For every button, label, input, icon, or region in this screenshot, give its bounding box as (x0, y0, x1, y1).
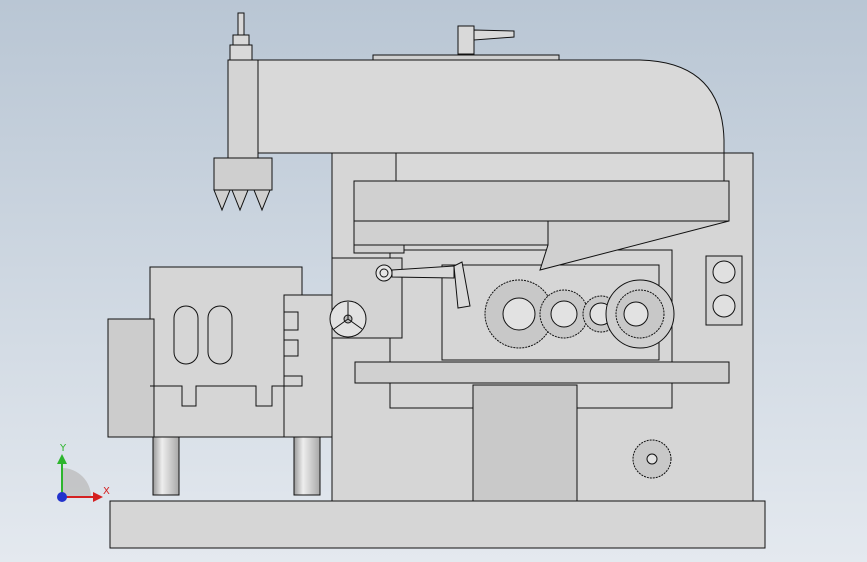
leg-right (293, 436, 321, 496)
gear-mid-hub (550, 300, 578, 328)
ram-strip (353, 244, 405, 254)
ram-cap-plate (372, 54, 560, 61)
tool-head-slide (227, 59, 259, 167)
triad-z-origin (57, 492, 67, 502)
gearbox-body (149, 266, 303, 438)
ram-slide-top-strip (395, 152, 725, 182)
gear-large-hub (502, 297, 536, 331)
base-plate (109, 500, 766, 549)
control-dial-top (712, 260, 736, 284)
cad-viewport[interactable]: Y X (0, 0, 867, 562)
ram-slide (353, 180, 730, 222)
support-post (472, 384, 578, 502)
tool-head-clamp (213, 157, 273, 191)
gear-outer-hub (623, 301, 649, 327)
gearbox-side (283, 294, 333, 438)
triad-y-label: Y (60, 443, 67, 454)
control-dial-bottom (712, 294, 736, 318)
ram-arm (247, 59, 725, 154)
handwheel[interactable] (329, 300, 367, 338)
ram-slide-lower (353, 220, 549, 246)
gearbox-flange (107, 318, 155, 438)
model-view[interactable] (0, 0, 867, 562)
triad-x-label: X (103, 486, 110, 497)
gear-pinion-hub (646, 453, 658, 465)
leg-left (152, 436, 180, 496)
table-bar (354, 361, 730, 384)
